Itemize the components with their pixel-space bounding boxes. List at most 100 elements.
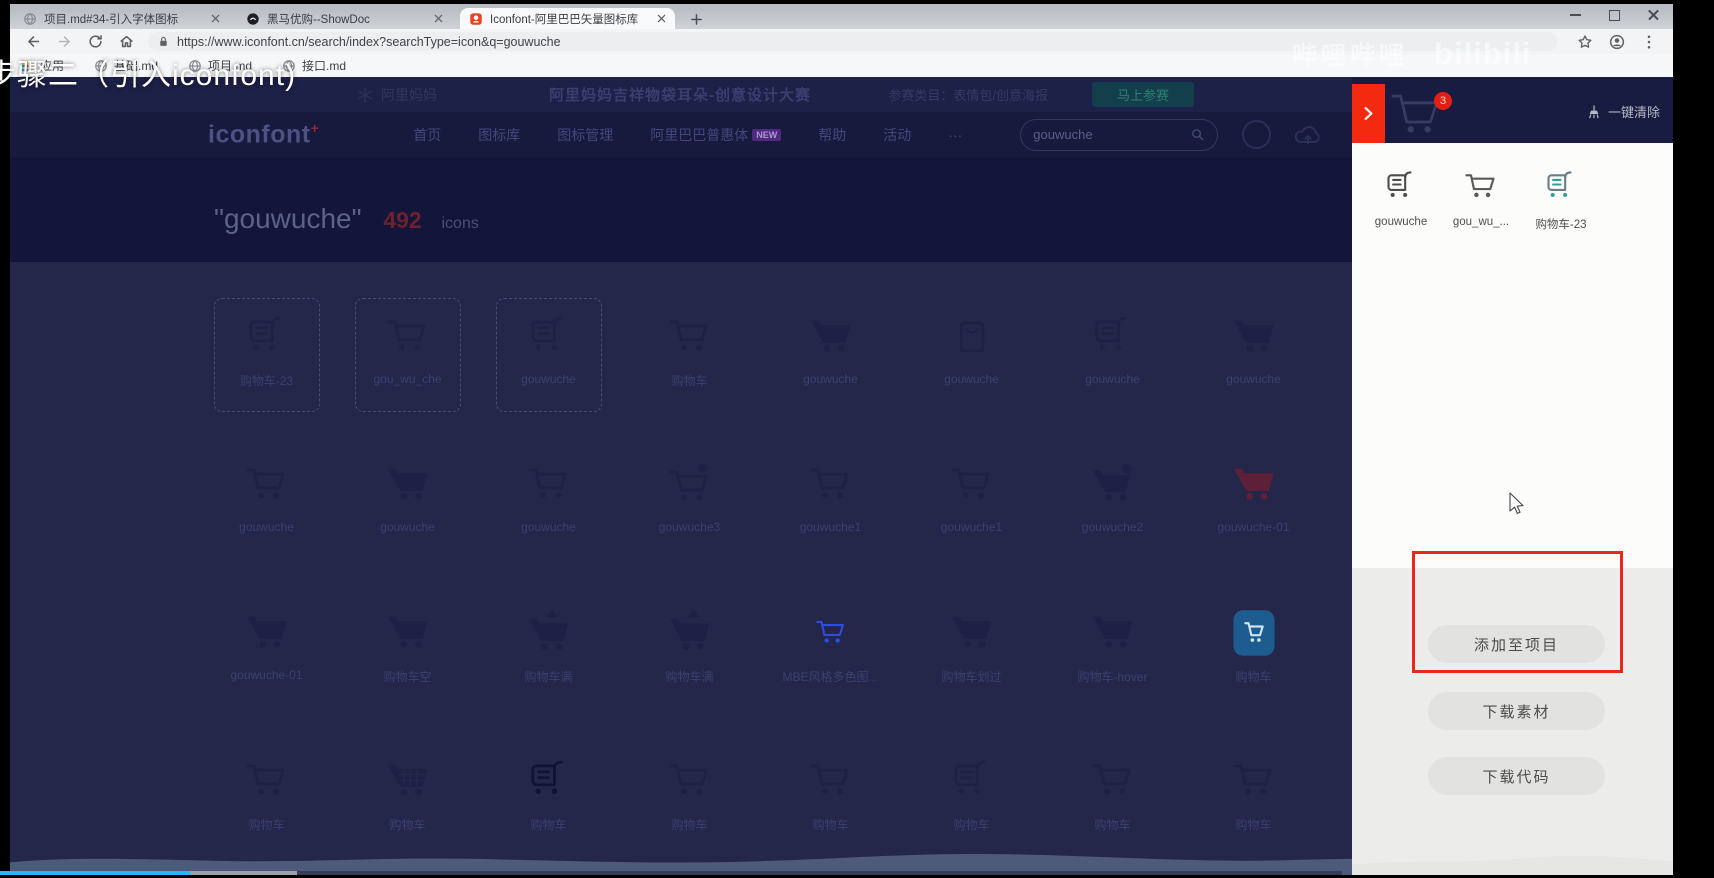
- video-step-caption: 步骤二（引入iconfont): [0, 59, 297, 92]
- cart-lines-icon: [1087, 311, 1139, 363]
- browser-tab[interactable]: Iconfont-阿里巴巴矢量图标库: [460, 8, 675, 29]
- home-button[interactable]: [118, 33, 135, 50]
- selected-icon-item[interactable]: 购物车-23: [1530, 167, 1592, 232]
- icon-card-box: gouwuche: [778, 298, 884, 412]
- icon-card[interactable]: gouwuche-01: [1183, 416, 1324, 564]
- icon-card[interactable]: gouwuche: [478, 268, 619, 416]
- icon-card[interactable]: gouwuche3: [619, 416, 760, 564]
- icon-card-box: 购物车划过: [919, 594, 1025, 708]
- icon-card[interactable]: 购物车: [478, 712, 619, 860]
- icon-card[interactable]: gouwuche: [337, 416, 478, 564]
- nav-item[interactable]: 首页: [413, 125, 441, 145]
- cart-tile-icon: [1228, 607, 1280, 659]
- icon-card[interactable]: gouwuche2: [1042, 416, 1183, 564]
- icon-grid: 购物车-23 gou_wu_che gouwuche 购物车 gouwuche gouwu…: [196, 268, 1324, 860]
- selected-icon-item[interactable]: gouwuche: [1370, 167, 1432, 232]
- icon-card[interactable]: 购物车空: [337, 564, 478, 712]
- tab-close-icon[interactable]: [434, 14, 443, 23]
- icon-card[interactable]: gouwuche: [478, 416, 619, 564]
- collapse-panel-button[interactable]: [1352, 84, 1385, 143]
- icon-card-box: 购物车满: [496, 594, 602, 708]
- forward-button[interactable]: [56, 33, 73, 50]
- cart-outline-icon: [1461, 167, 1501, 207]
- tab-close-icon[interactable]: [657, 14, 666, 23]
- banner-cta-button[interactable]: 马上参赛: [1091, 82, 1194, 107]
- icon-card-label: 购物车: [953, 818, 990, 832]
- clear-all-button[interactable]: 一键清除: [1586, 102, 1660, 121]
- icon-card[interactable]: gouwuche: [760, 268, 901, 416]
- cart-grid-icon: [382, 755, 434, 807]
- banner-brand-label: 阿里妈妈: [381, 86, 437, 103]
- profile-avatar-icon[interactable]: [1608, 33, 1626, 51]
- icon-card-box: gou_wu_che: [354, 298, 461, 412]
- icon-card[interactable]: 购物车: [1183, 712, 1324, 860]
- icon-card[interactable]: gouwuche1: [760, 416, 901, 564]
- icon-card-box: 购物车: [919, 742, 1025, 856]
- icon-card[interactable]: gouwuche: [196, 416, 337, 564]
- icon-card[interactable]: 购物车满: [478, 564, 619, 712]
- progress-buffered: [190, 871, 297, 875]
- icon-card[interactable]: 购物车: [196, 712, 337, 860]
- page-main-dimmed: 阿里妈妈 阿里妈妈吉祥物袋耳朵-创意设计大赛 参赛类目：表情包/创意海报 马上参…: [10, 77, 1352, 875]
- selected-icon-item[interactable]: gou_wu_...: [1450, 167, 1512, 232]
- icon-card[interactable]: 购物车: [619, 268, 760, 416]
- nav-item[interactable]: 图标库: [478, 125, 520, 145]
- icon-card-box: 购物车: [1201, 742, 1307, 856]
- maximize-button[interactable]: [1609, 9, 1620, 21]
- download-assets-button[interactable]: 下载素材: [1428, 692, 1605, 730]
- tab-title: 项目.md#34-引入字体图标: [44, 13, 179, 26]
- new-tab-button[interactable]: [687, 10, 705, 28]
- nav-item[interactable]: 活动: [883, 125, 911, 145]
- icon-card-box: gouwuche: [495, 298, 602, 412]
- banner-brand: 阿里妈妈: [356, 85, 437, 105]
- icon-card[interactable]: MBE风格多色图...: [760, 564, 901, 712]
- icon-card[interactable]: 购物车满: [619, 564, 760, 712]
- user-avatar-icon[interactable]: [1242, 120, 1272, 149]
- back-button[interactable]: [25, 33, 42, 50]
- icon-card[interactable]: 购物车-hover: [1042, 564, 1183, 712]
- reload-button[interactable]: [87, 33, 104, 50]
- cart-filled-icon: [382, 459, 434, 511]
- icon-card[interactable]: 购物车-23: [196, 268, 337, 416]
- icon-card[interactable]: 购物车: [760, 712, 901, 860]
- icon-card[interactable]: gouwuche: [901, 268, 1042, 416]
- icon-card-box: 购物车: [1201, 594, 1307, 708]
- close-button[interactable]: [1648, 10, 1659, 21]
- icon-card-box: 购物车满: [637, 594, 743, 708]
- icon-card[interactable]: gou_wu_che: [337, 268, 478, 416]
- logo-plus: +: [310, 119, 320, 136]
- site-search-input[interactable]: gouwuche: [1020, 118, 1219, 151]
- tab-close-icon[interactable]: [211, 14, 220, 23]
- nav-item[interactable]: 阿里巴巴普惠体 NEW: [650, 125, 782, 145]
- browser-tab[interactable]: 项目.md#34-引入字体图标: [14, 8, 229, 29]
- video-progress-bar[interactable]: [0, 871, 1714, 875]
- nav-item-label: ···: [948, 126, 963, 143]
- icon-card-label: 购物车: [671, 818, 708, 832]
- icon-card-label: 购物车空: [383, 670, 432, 684]
- site-logo[interactable]: iconfont+: [208, 120, 319, 149]
- nav-item[interactable]: 帮助: [818, 125, 846, 145]
- minimize-button[interactable]: [1570, 14, 1581, 16]
- icon-card-label: gouwuche3: [658, 520, 721, 534]
- selected-icon-label: gou_wu_...: [1452, 216, 1510, 228]
- upload-cloud-icon[interactable]: [1293, 123, 1323, 147]
- icon-card[interactable]: 购物车划过: [901, 564, 1042, 712]
- icon-card[interactable]: gouwuche: [1042, 268, 1183, 416]
- cart-panel: 3 一键清除 gouwuche gou_wu_... 购物车-23 添加至项目 下载素…: [1352, 77, 1673, 875]
- icon-card[interactable]: gouwuche-01: [196, 564, 337, 712]
- nav-item[interactable]: ···: [948, 127, 962, 143]
- download-code-button[interactable]: 下载代码: [1428, 757, 1605, 795]
- icon-card[interactable]: 购物车: [337, 712, 478, 860]
- nav-item[interactable]: 图标管理: [557, 125, 613, 145]
- icon-card-box: gouwuche-01: [1201, 446, 1307, 560]
- browser-menu-button[interactable]: [1640, 33, 1658, 51]
- icon-card[interactable]: 购物车: [619, 712, 760, 860]
- icon-card[interactable]: gouwuche1: [901, 416, 1042, 564]
- bookmark-star-icon[interactable]: [1576, 33, 1594, 51]
- cart-lines-icon: [523, 311, 575, 363]
- icon-card[interactable]: 购物车: [1183, 564, 1324, 712]
- icon-card[interactable]: gouwuche: [1183, 268, 1324, 416]
- icon-card[interactable]: 购物车: [901, 712, 1042, 860]
- icon-card[interactable]: 购物车: [1042, 712, 1183, 860]
- browser-tab[interactable]: 黑马优购--ShowDoc: [237, 8, 452, 29]
